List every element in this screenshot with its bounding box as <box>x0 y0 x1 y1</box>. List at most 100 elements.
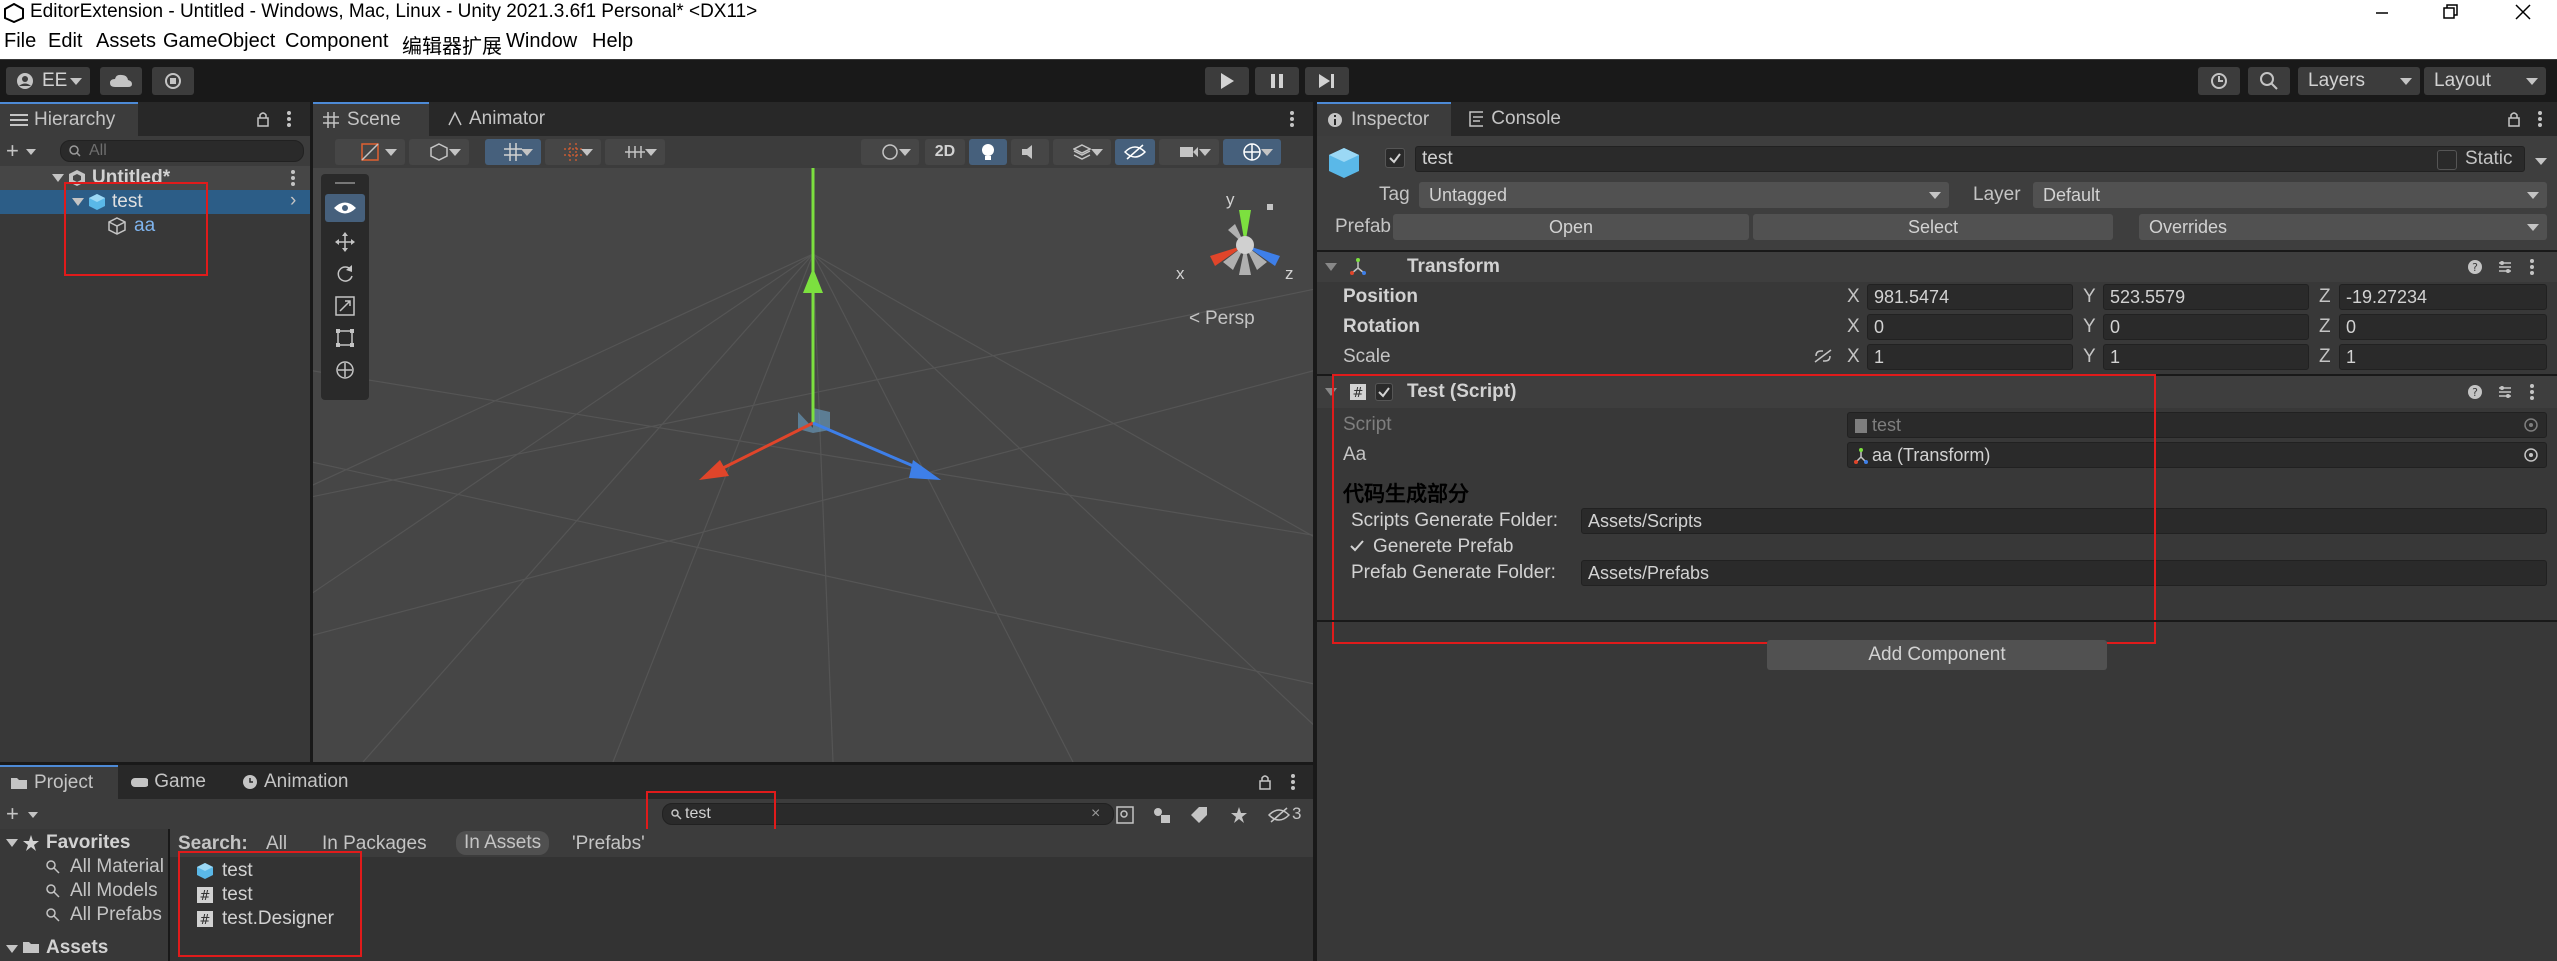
move-tool-icon[interactable] <box>335 232 355 252</box>
minimize-icon[interactable] <box>2374 5 2390 21</box>
tab-animator[interactable]: Animator <box>437 102 567 136</box>
increment-snap-dropdown[interactable] <box>605 139 665 165</box>
help-icon[interactable]: ? <box>2467 259 2483 275</box>
tag-icon[interactable] <box>1190 806 1208 824</box>
chevron-down-icon[interactable] <box>2535 158 2547 165</box>
lighting-toggle[interactable] <box>969 139 1007 165</box>
search-button[interactable] <box>2248 67 2290 95</box>
tab-hierarchy[interactable]: Hierarchy <box>0 102 138 136</box>
prefab-select-button[interactable]: Select <box>1753 214 2113 240</box>
search-by-type-icon[interactable] <box>1116 806 1134 824</box>
lock-icon[interactable] <box>2507 111 2521 127</box>
favorite-item[interactable]: All Prefabs <box>0 903 168 927</box>
more-options-icon[interactable] <box>2529 384 2535 400</box>
effects-dropdown[interactable] <box>1053 139 1111 165</box>
scale-z-field[interactable]: 1 <box>2339 344 2547 370</box>
menu-assets[interactable]: Assets <box>96 30 156 53</box>
menu-file[interactable]: File <box>4 30 36 53</box>
hidden-objects-toggle[interactable] <box>1115 139 1155 165</box>
play-button[interactable] <box>1205 67 1249 95</box>
layers-dropdown[interactable]: Layers <box>2298 67 2420 95</box>
expand-icon[interactable] <box>1325 263 1337 271</box>
active-checkbox[interactable] <box>1385 148 1405 168</box>
menu-edit[interactable]: Edit <box>48 30 82 53</box>
collab-button[interactable] <box>152 67 194 95</box>
drag-handle[interactable] <box>335 182 355 184</box>
lock-icon[interactable] <box>256 111 270 127</box>
tab-console[interactable]: Console <box>1459 102 1571 136</box>
hidden-packages-icon[interactable] <box>1268 807 1290 823</box>
tab-inspector[interactable]: Inspector <box>1317 102 1451 136</box>
expand-icon[interactable] <box>6 945 18 953</box>
position-x-field[interactable]: 981.5474 <box>1867 284 2073 310</box>
projection-toggle[interactable]: < Persp <box>1189 308 1279 330</box>
menu-window[interactable]: Window <box>506 30 577 53</box>
assets-label[interactable]: Assets <box>46 937 108 959</box>
view-tool-button[interactable] <box>325 194 365 222</box>
add-icon[interactable]: + <box>6 138 19 164</box>
layout-dropdown[interactable]: Layout <box>2424 67 2546 95</box>
2d-toggle[interactable]: 2D <box>925 139 965 165</box>
transform-tool-icon[interactable] <box>335 360 355 380</box>
cloud-button[interactable] <box>100 67 142 95</box>
layer-dropdown[interactable]: Default <box>2033 182 2547 208</box>
scene-viewport[interactable]: y x z < Persp <box>313 168 1313 762</box>
expand-icon[interactable] <box>52 174 64 182</box>
more-options-icon[interactable] <box>2537 111 2543 127</box>
tab-project[interactable]: Project <box>0 765 118 799</box>
close-icon[interactable] <box>2514 3 2532 21</box>
pause-button[interactable] <box>1255 67 1299 95</box>
constrain-proportions-icon[interactable] <box>1813 348 1833 364</box>
undo-history-button[interactable] <box>2198 67 2240 95</box>
menu-help[interactable]: Help <box>592 30 633 53</box>
static-checkbox[interactable] <box>2437 150 2457 170</box>
position-z-field[interactable]: -19.27234 <box>2339 284 2547 310</box>
scale-y-field[interactable]: 1 <box>2103 344 2309 370</box>
rotation-y-field[interactable]: 0 <box>2103 314 2309 340</box>
presets-icon[interactable] <box>2497 259 2513 275</box>
more-options-icon[interactable] <box>1290 774 1296 790</box>
more-options-icon[interactable] <box>290 170 296 186</box>
tab-animation[interactable]: Animation <box>232 765 368 799</box>
star-icon[interactable] <box>1230 806 1248 824</box>
expand-icon[interactable] <box>6 839 18 847</box>
help-icon[interactable]: ? <box>2467 384 2483 400</box>
add-icon[interactable]: + <box>6 801 19 827</box>
add-component-button[interactable]: Add Component <box>1767 640 2107 670</box>
snap-toggle[interactable] <box>545 139 601 165</box>
account-dropdown[interactable]: EE <box>6 67 90 95</box>
camera-dropdown[interactable] <box>1159 139 1219 165</box>
transform-header[interactable]: Transform ? <box>1317 252 2557 282</box>
chevron-down-icon[interactable] <box>28 812 38 818</box>
filter-prefabs[interactable]: 'Prefabs' <box>572 833 645 855</box>
tag-dropdown[interactable]: Untagged <box>1419 182 1949 208</box>
chevron-right-icon[interactable]: › <box>290 190 296 212</box>
position-y-field[interactable]: 523.5579 <box>2103 284 2309 310</box>
draw-mode-dropdown[interactable] <box>335 139 405 165</box>
object-picker-icon[interactable] <box>2524 448 2538 462</box>
gizmos-dropdown[interactable] <box>1223 139 1281 165</box>
scale-tool-icon[interactable] <box>335 296 355 316</box>
restore-icon[interactable] <box>2442 3 2460 21</box>
scale-x-field[interactable]: 1 <box>1867 344 2073 370</box>
menu-component[interactable]: Component <box>285 30 388 53</box>
favorite-item[interactable]: All Material <box>0 855 168 879</box>
audio-toggle[interactable] <box>1011 139 1049 165</box>
more-options-icon[interactable] <box>286 111 292 127</box>
object-name-field[interactable]: test <box>1415 146 2525 172</box>
more-options-icon[interactable] <box>2529 259 2535 275</box>
clear-search-icon[interactable]: × <box>1091 804 1100 824</box>
rotation-x-field[interactable]: 0 <box>1867 314 2073 340</box>
rotate-tool-icon[interactable] <box>335 264 355 284</box>
lock-icon[interactable] <box>1258 774 1272 790</box>
tab-game[interactable]: Game <box>120 765 216 799</box>
tab-scene[interactable]: Scene <box>313 102 429 136</box>
prefab-open-button[interactable]: Open <box>1393 214 1749 240</box>
render-mode-dropdown[interactable] <box>409 139 469 165</box>
rect-tool-icon[interactable] <box>335 328 355 348</box>
chevron-down-icon[interactable] <box>26 149 36 155</box>
filter-in-assets[interactable]: In Assets <box>456 831 550 855</box>
filter-type-icon[interactable] <box>1152 806 1172 824</box>
more-options-icon[interactable] <box>1289 111 1295 127</box>
favorite-item[interactable]: All Models <box>0 879 168 903</box>
